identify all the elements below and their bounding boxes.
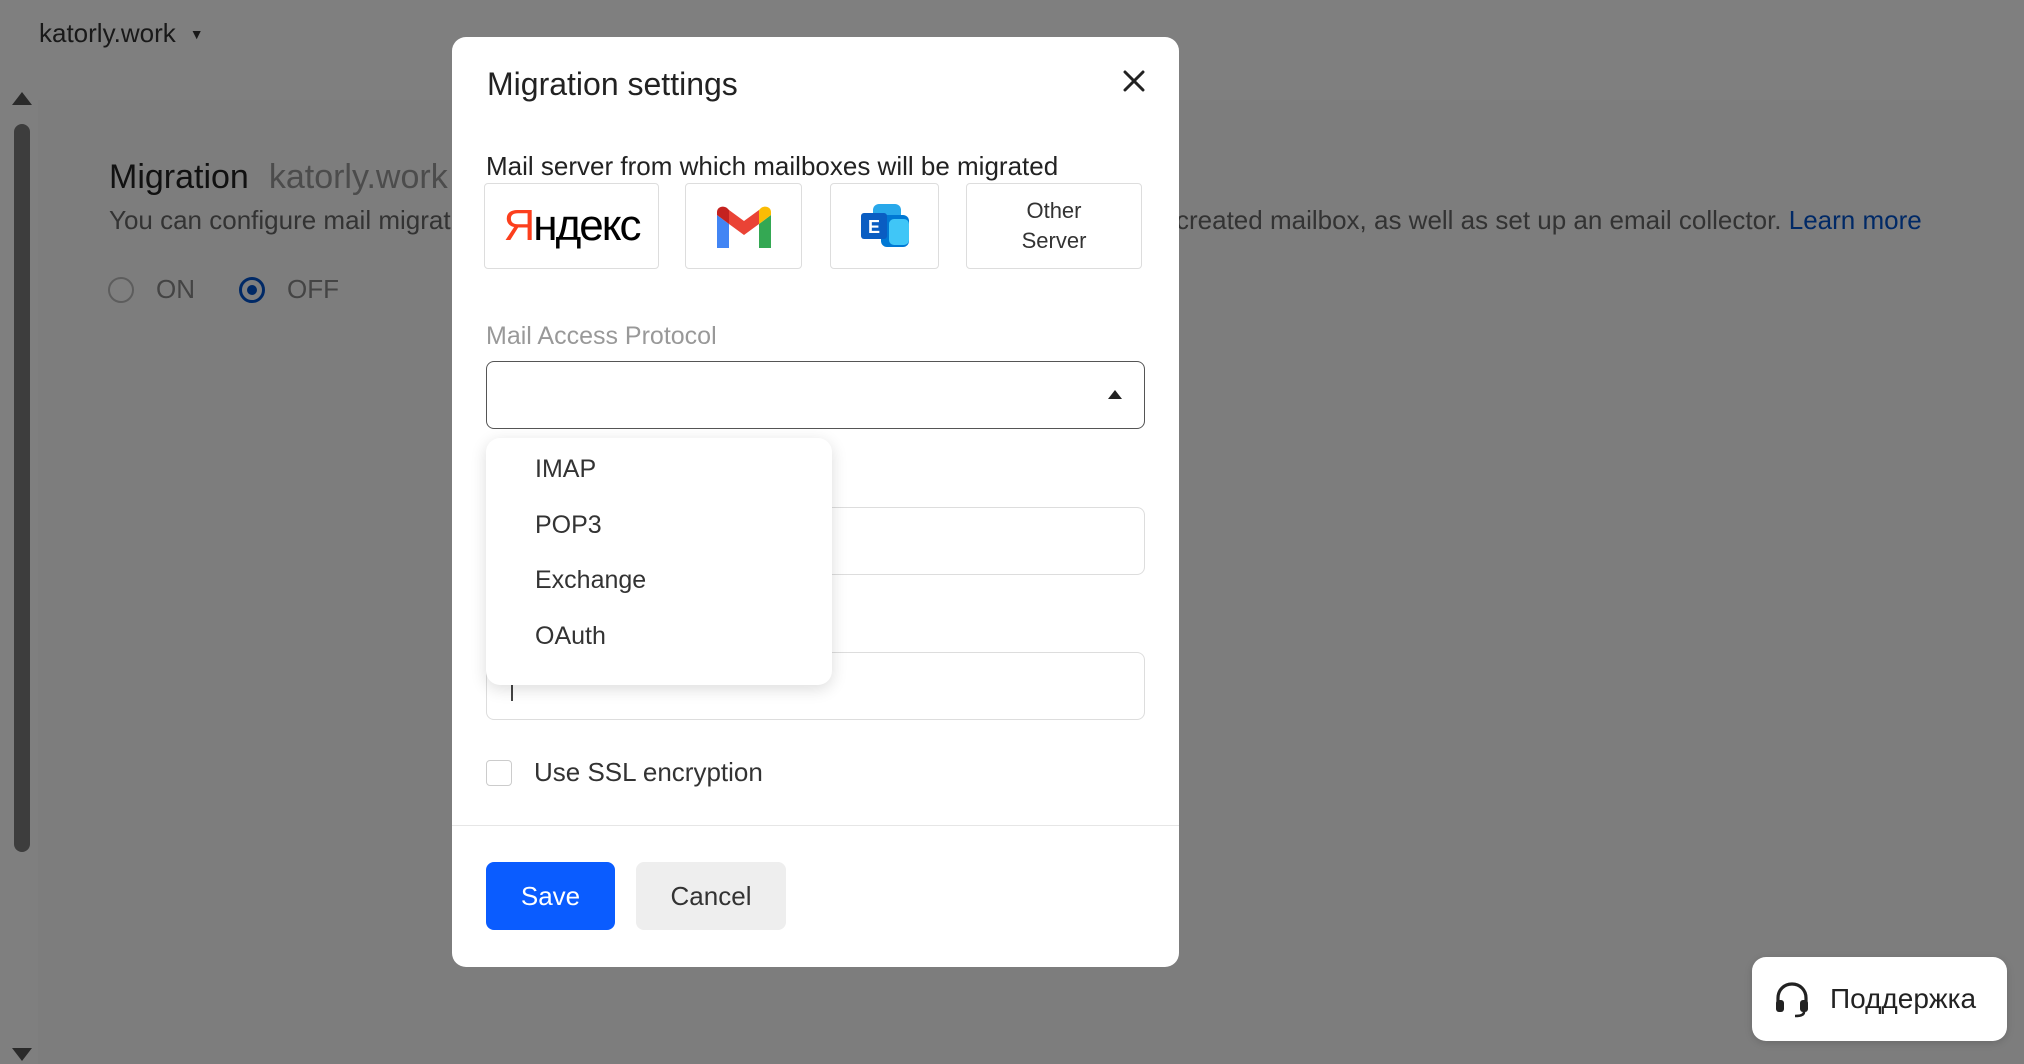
modal-title: Migration settings <box>487 66 738 102</box>
other-server-line2: Server <box>1021 228 1087 253</box>
exchange-logo-icon: E <box>860 204 909 247</box>
protocol-option-imap[interactable]: IMAP <box>535 455 596 484</box>
server-label: Mail server from which mailboxes will be… <box>486 151 1059 181</box>
migration-settings-modal: Migration settings Mail server from whic… <box>452 37 1179 967</box>
protocol-option-exchange[interactable]: Exchange <box>535 566 646 595</box>
protocol-label: Mail Access Protocol <box>486 322 717 350</box>
close-icon <box>1123 70 1145 92</box>
svg-text:E: E <box>867 217 879 237</box>
support-button[interactable]: Поддержка <box>1752 957 2007 1041</box>
protocol-dropdown-menu: IMAP POP3 Exchange OAuth <box>486 438 832 685</box>
server-option-other[interactable]: Other Server <box>966 183 1142 269</box>
yandex-logo-initial: Я <box>503 201 536 250</box>
ssl-option: Use SSL encryption <box>486 757 763 788</box>
save-button[interactable]: Save <box>486 862 615 930</box>
ssl-label: Use SSL encryption <box>534 757 763 787</box>
yandex-logo-rest: ндекс <box>533 201 641 250</box>
chevron-up-icon <box>1108 390 1122 399</box>
support-label: Поддержка <box>1830 983 1977 1014</box>
gmail-logo-icon <box>716 206 771 248</box>
protocol-option-pop3[interactable]: POP3 <box>535 511 602 540</box>
cancel-button[interactable]: Cancel <box>636 862 786 930</box>
server-option-yandex[interactable]: Яндекс <box>484 183 659 269</box>
server-option-exchange[interactable]: E <box>830 183 939 269</box>
modal-divider <box>452 825 1179 826</box>
yandex-logo-icon: Яндекс <box>503 201 642 251</box>
protocol-option-oauth[interactable]: OAuth <box>535 622 606 651</box>
protocol-select[interactable] <box>486 361 1145 429</box>
close-button[interactable] <box>1115 62 1153 100</box>
other-server-line1: Other <box>1026 198 1082 223</box>
ssl-checkbox[interactable] <box>486 759 512 786</box>
headset-icon <box>1776 982 1808 1018</box>
server-option-gmail[interactable] <box>685 183 802 269</box>
